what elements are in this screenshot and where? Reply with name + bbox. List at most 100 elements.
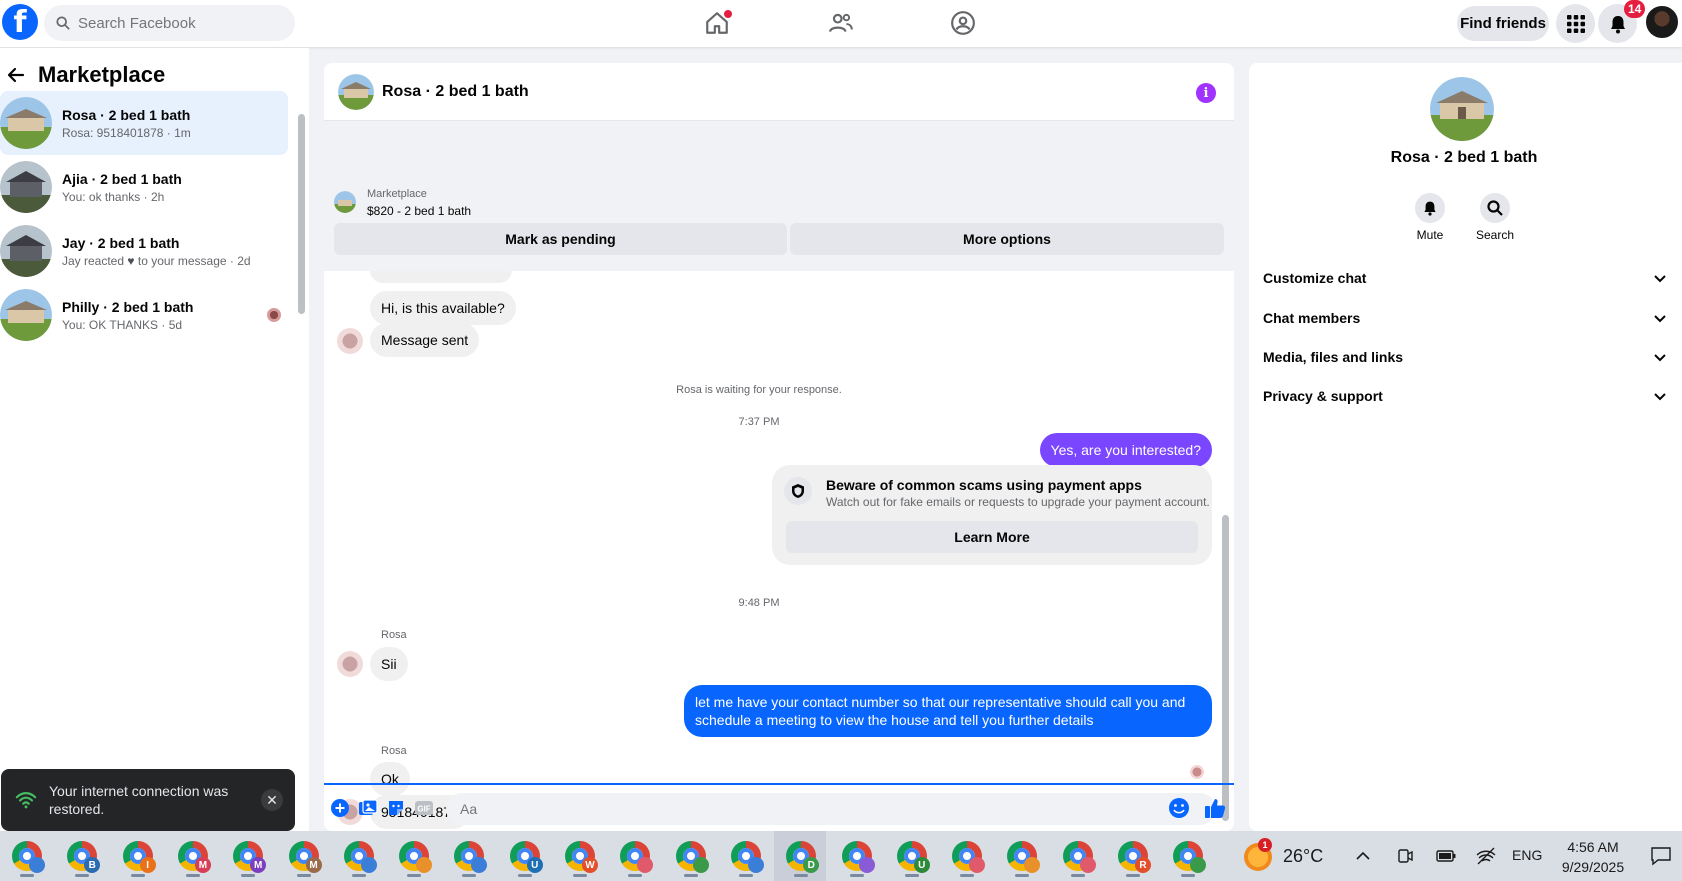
conversation-item-philly[interactable]: Philly · 2 bed 1 bath You: OK THANKS · 5… [0,283,288,347]
taskbar-chrome-profile-icon[interactable]: M [177,841,211,877]
taskbar-chrome-profile-icon[interactable] [12,841,45,877]
conversation-item-jay[interactable]: Jay · 2 bed 1 bath Jay reacted ♥ to your… [0,219,288,283]
house-thumbnail [0,225,52,277]
facebook-logo-icon[interactable]: f [2,4,38,40]
search-icon [1487,200,1503,216]
chat-avatar[interactable] [338,73,374,110]
chat-scrollbar[interactable] [1220,273,1230,831]
section-media-files-links[interactable]: Media, files and links [1263,342,1667,372]
taskbar-chrome-profile-icon[interactable] [1173,841,1207,877]
conversation-item-rosa[interactable]: Rosa · 2 bed 1 bath Rosa: 9518401878 · 1… [0,91,288,155]
mute-button[interactable]: Mute [1400,193,1460,242]
notification-count-badge: 14 [1624,0,1646,18]
mark-as-pending-button[interactable]: Mark as pending [334,223,787,255]
taskbar-chrome-profile-icon[interactable] [1062,841,1096,877]
taskbar-chrome-profile-icon[interactable] [454,841,488,877]
chevron-up-icon[interactable] [1355,848,1371,864]
section-label: Customize chat [1263,270,1367,286]
close-icon[interactable]: ✕ [261,789,283,811]
toast-message: Your internet connection was restored. [49,783,229,817]
message-input[interactable] [446,793,1216,825]
sender-name: Rosa [381,745,407,757]
friends-icon[interactable] [828,10,854,36]
sender-name: Rosa [381,629,407,641]
system-clock[interactable]: 4:56 AM 9/29/2025 [1552,837,1634,877]
taskbar-chrome-profile-icon[interactable]: R [1118,841,1151,877]
taskbar-chrome-profile-icon[interactable] [730,841,764,877]
taskbar-chrome-profile-icon[interactable]: M [288,841,322,877]
running-indicator [683,874,698,877]
profile-badge: U [526,857,543,873]
section-chat-members[interactable]: Chat members [1263,303,1667,333]
listing-price-title[interactable]: $820 - 2 bed 1 bath [367,204,471,218]
plus-icon[interactable] [330,798,350,818]
meet-now-icon[interactable] [1396,847,1414,865]
groups-icon[interactable] [950,10,976,36]
profile-badge [1024,857,1041,873]
taskbar-chrome-profile-icon[interactable]: U [896,841,930,877]
taskbar-chrome-profile-icon[interactable] [841,841,875,877]
running-indicator [185,874,200,877]
svg-text:GIF: GIF [417,805,430,814]
language-indicator[interactable]: ENG [1512,847,1542,863]
learn-more-button[interactable]: Learn More [786,521,1198,553]
listing-banner: Marketplace $820 - 2 bed 1 bath Mark as … [324,121,1234,271]
profile-badge [29,857,45,873]
info-icon[interactable]: i [1196,83,1216,103]
listing-thumbnail[interactable] [334,191,356,213]
menu-button[interactable] [1556,4,1595,43]
search-in-chat-button[interactable]: Search [1465,193,1525,242]
house-thumbnail [0,289,52,341]
taskbar-chrome-profile-icon[interactable] [343,841,377,877]
taskbar-chrome-profile-icon[interactable] [952,841,986,877]
profile-badge [858,857,875,873]
chat-scrollbar-thumb[interactable] [1222,515,1229,821]
network-icon[interactable] [1476,846,1496,866]
taskbar-chrome-profile-icon[interactable]: I [122,841,156,877]
notification-center-icon[interactable] [1650,846,1672,866]
sticker-icon[interactable] [386,798,406,818]
mute-label: Mute [1416,228,1444,242]
more-options-button[interactable]: More options [790,223,1224,255]
taskbar-chrome-profile-icon[interactable]: U [509,841,543,877]
temperature[interactable]: 26°C [1283,846,1323,867]
battery-icon[interactable] [1436,848,1456,864]
taskbar-chrome-profile-icon[interactable] [399,841,433,877]
taskbar-chrome-profile-icon[interactable]: B [67,841,101,877]
bell-icon [1424,201,1436,216]
chat-window: Rosa · 2 bed 1 bath i Marketplace $820 -… [324,63,1234,831]
top-navigation-bar: f Find friends 14 [0,0,1682,47]
conversation-item-ajia[interactable]: Ajia · 2 bed 1 bath You: ok thanks · 2h [0,155,288,219]
conversation-name: Jay · 2 bed 1 bath [62,234,180,251]
gif-icon[interactable]: GIF [414,798,434,818]
taskbar-chrome-profile-icon[interactable] [620,841,654,877]
running-indicator [1015,874,1030,877]
emoji-icon[interactable] [1168,797,1190,819]
taskbar-chrome-profile-icon[interactable]: M [233,841,267,877]
running-indicator [20,874,34,877]
taskbar-chrome-profile-icon[interactable] [675,841,709,877]
taskbar-chrome-profile-icon[interactable]: D [786,841,820,877]
like-thumbs-up-icon[interactable] [1204,797,1226,819]
find-friends-button[interactable]: Find friends [1457,6,1549,41]
profile-avatar[interactable] [1644,4,1680,40]
profile-badge [637,857,654,873]
back-arrow-icon[interactable] [6,65,26,85]
section-customize-chat[interactable]: Customize chat [1263,263,1667,293]
section-privacy-support[interactable]: Privacy & support [1263,381,1667,411]
sidebar-scrollbar[interactable] [297,104,306,324]
search-box[interactable] [44,5,295,41]
profile-badge: M [250,857,267,873]
message-list: Hi, is this available? Message sent Rosa… [324,271,1234,831]
seen-avatar [267,308,281,322]
message-composer: GIF [324,783,1234,831]
taskbar-chrome-profile-icon[interactable] [1007,841,1041,877]
chat-profile-image[interactable] [1430,77,1494,141]
chat-title[interactable]: Rosa · 2 bed 1 bath [382,83,529,101]
photo-icon[interactable] [358,798,378,818]
search-input[interactable] [78,14,278,32]
running-indicator [1070,874,1085,877]
running-indicator [75,874,90,877]
sidebar-scrollbar-thumb[interactable] [298,114,305,314]
taskbar-chrome-profile-icon[interactable]: W [565,841,598,877]
